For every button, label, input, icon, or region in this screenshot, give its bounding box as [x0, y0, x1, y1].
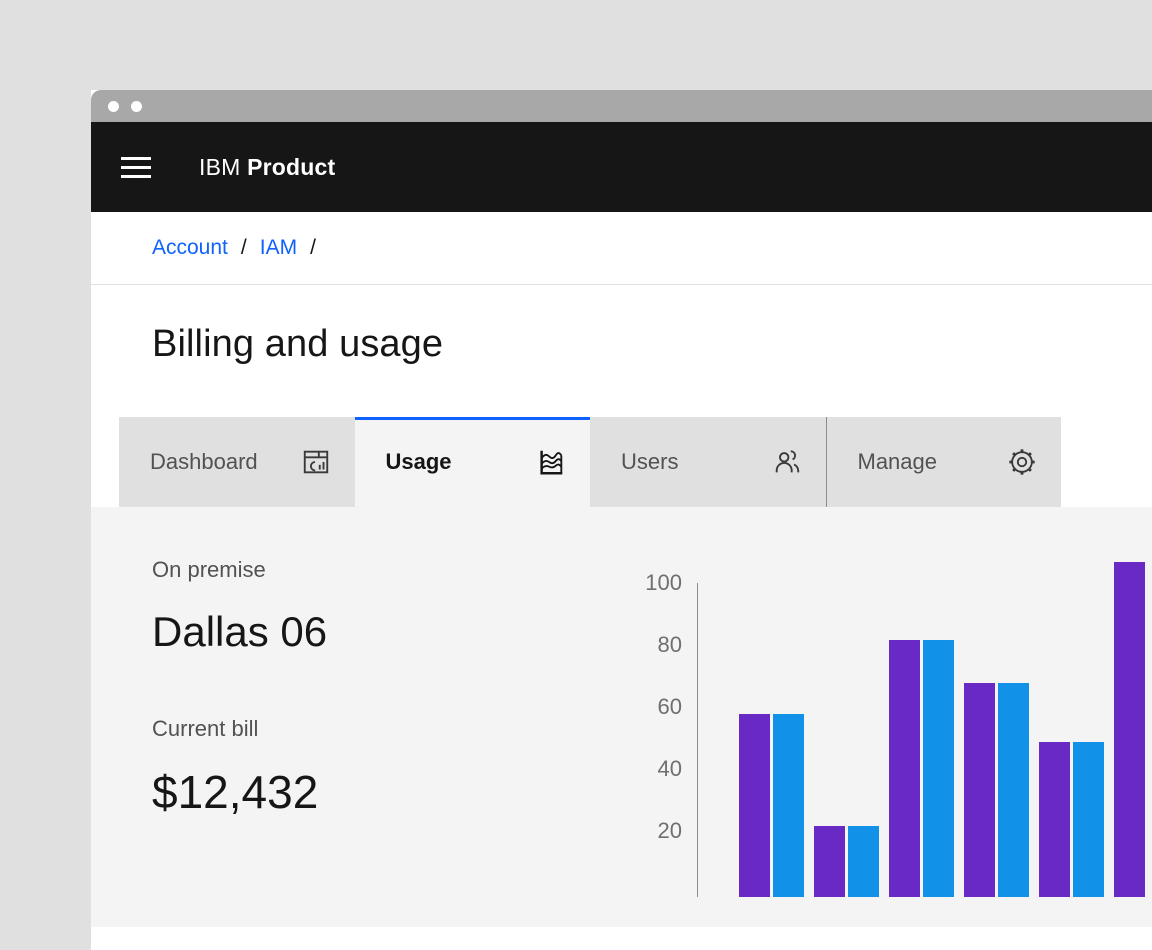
breadcrumb: Account / IAM / — [152, 236, 329, 260]
brand-prefix: IBM — [199, 154, 241, 180]
breadcrumb-link-iam[interactable]: IAM — [260, 236, 297, 260]
breadcrumb-separator: / — [310, 236, 316, 260]
breadcrumb-link-account[interactable]: Account — [152, 236, 228, 260]
bar-purple — [1114, 562, 1145, 897]
usage-tab-panel: On premise Dallas 06 Current bill $12,43… — [91, 507, 1152, 927]
bar-blue — [773, 714, 804, 897]
bar-purple — [814, 826, 845, 897]
bar-purple — [1039, 742, 1070, 897]
metric-label-on-premise: On premise — [152, 557, 266, 583]
tab-manage[interactable]: Manage — [826, 417, 1062, 507]
dashboard-icon — [301, 447, 331, 477]
hamburger-icon — [121, 157, 151, 160]
window-control-dot[interactable] — [131, 101, 142, 112]
app-header: IBM Product — [91, 122, 1152, 212]
tab-users[interactable]: Users — [590, 417, 826, 507]
hamburger-icon — [121, 166, 151, 169]
breadcrumb-bar: Account / IAM / — [91, 212, 1152, 285]
app-window: IBM Product Account / IAM / Billing and … — [91, 90, 1152, 950]
tab-usage[interactable]: Usage — [355, 417, 591, 507]
bar-chart — [697, 583, 1152, 897]
brand-name: Product — [247, 154, 335, 180]
bar-blue — [1073, 742, 1104, 897]
brand-title: IBM Product — [199, 154, 335, 181]
window-titlebar[interactable] — [91, 90, 1152, 122]
area-chart-icon — [536, 447, 566, 477]
tabs: Dashboard Usage Users — [91, 417, 1152, 507]
metric-value-datacenter: Dallas 06 — [152, 607, 327, 657]
page-title-area: Billing and usage — [91, 285, 1152, 417]
users-icon — [772, 447, 802, 477]
bar-blue — [923, 640, 954, 897]
tab-usage-label: Usage — [386, 449, 452, 475]
gear-icon — [1007, 447, 1037, 477]
y-axis-tick-label: 40 — [632, 756, 682, 782]
window-control-dot[interactable] — [108, 101, 119, 112]
metric-label-current-bill: Current bill — [152, 716, 258, 742]
y-axis-tick-label: 60 — [632, 694, 682, 720]
bar-purple — [889, 640, 920, 897]
tab-dashboard[interactable]: Dashboard — [119, 417, 355, 507]
tab-dashboard-label: Dashboard — [150, 449, 258, 475]
page-title: Billing and usage — [152, 323, 1152, 366]
bar-blue — [998, 683, 1029, 897]
hamburger-menu-button[interactable] — [121, 157, 151, 178]
hamburger-icon — [121, 175, 151, 178]
y-axis-tick-label: 20 — [632, 818, 682, 844]
tab-manage-label: Manage — [858, 449, 938, 475]
breadcrumb-separator: / — [241, 236, 247, 260]
bar-purple — [964, 683, 995, 897]
bar-blue — [848, 826, 879, 897]
y-axis-tick-label: 100 — [632, 570, 682, 596]
y-axis-tick-label: 80 — [632, 632, 682, 658]
bar-purple — [739, 714, 770, 897]
tab-users-label: Users — [621, 449, 678, 475]
metric-value-bill-amount: $12,432 — [152, 764, 318, 820]
